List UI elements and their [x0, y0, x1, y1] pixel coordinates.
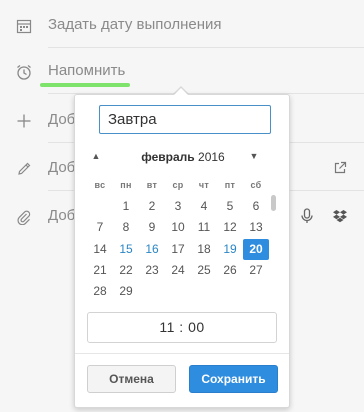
calendar-day-empty: [139, 281, 165, 302]
calendar-day[interactable]: 16: [139, 239, 165, 260]
calendar-day[interactable]: 23: [139, 260, 165, 281]
save-button[interactable]: Сохранить: [189, 365, 278, 393]
calendar-week-row: 28 29: [87, 281, 269, 302]
row-due-date[interactable]: Задать дату выполнения: [0, 2, 364, 48]
calendar-day[interactable]: 2: [139, 196, 165, 217]
calendar-day[interactable]: 7: [87, 217, 113, 238]
calendar-day[interactable]: 8: [113, 217, 139, 238]
weekday-label: пн: [120, 180, 132, 190]
calendar-day[interactable]: 10: [165, 217, 191, 238]
weekday-label: вс: [94, 180, 106, 190]
cancel-button[interactable]: Отмена: [87, 365, 176, 393]
calendar-day-empty: [87, 196, 113, 217]
alarm-clock-icon: [14, 62, 34, 82]
calendar-day-empty: [243, 281, 269, 302]
calendar-week-row: 21 22 23 24 25 26 27: [87, 260, 269, 281]
calendar-day[interactable]: 3: [165, 196, 191, 217]
microphone-icon[interactable]: [297, 206, 317, 226]
calendar-day[interactable]: 6: [243, 196, 269, 217]
reminder-date-input[interactable]: [99, 105, 271, 134]
external-link-icon[interactable]: [330, 158, 350, 178]
calendar-day[interactable]: 12: [217, 217, 243, 238]
calendar-day[interactable]: 24: [165, 260, 191, 281]
calendar-week-row: 123456: [87, 196, 269, 217]
remind-label: Напомнить: [48, 62, 126, 79]
calendar-day-empty: [217, 281, 243, 302]
calendar-weeks: 1 2 3 4 5 6 7 8 9 10 11 12 13 14 15 16 17 18 19 20 21 22 23 24 2…: [87, 196, 269, 302]
calendar-scrollbar[interactable]: [271, 195, 276, 211]
calendar-header: ▲ февраль 2016 ▼: [85, 147, 281, 167]
year-label: 2016: [198, 150, 225, 164]
calendar-icon: [14, 16, 34, 36]
calendar-day[interactable]: 29: [113, 281, 139, 302]
pencil-icon: [14, 159, 34, 179]
calendar-day[interactable]: 5: [217, 196, 243, 217]
time-field[interactable]: 11 : 00: [87, 312, 277, 343]
calendar-day[interactable]: 21: [87, 260, 113, 281]
calendar-day[interactable]: 13: [243, 217, 269, 238]
month-name: февраль: [141, 150, 195, 164]
weekday-label: вт: [146, 180, 158, 190]
time-minute[interactable]: 00: [188, 319, 205, 335]
calendar-day[interactable]: 1: [113, 196, 139, 217]
reminder-popup: ▲ февраль 2016 ▼ вс пн вт ср чт пт сб 12…: [74, 94, 290, 408]
calendar-day[interactable]: 18: [191, 239, 217, 260]
add-label-3: Доб: [48, 207, 76, 224]
paperclip-icon: [14, 207, 34, 227]
add-label-2: Доб: [48, 159, 76, 176]
calendar-day-empty: [191, 281, 217, 302]
time-hour[interactable]: 11: [159, 319, 175, 335]
calendar-day[interactable]: 9: [139, 217, 165, 238]
weekday-label: чт: [198, 180, 210, 190]
dropbox-icon[interactable]: [330, 206, 350, 226]
add-label-1: Доб: [48, 111, 76, 128]
plus-icon: [14, 111, 34, 131]
calendar-day[interactable]: 19: [217, 239, 243, 260]
due-date-label: Задать дату выполнения: [48, 16, 222, 33]
calendar-day[interactable]: 22: [113, 260, 139, 281]
weekday-label: ср: [172, 180, 184, 190]
calendar-day-empty: [165, 281, 191, 302]
time-separator: :: [179, 319, 184, 335]
calendar-day[interactable]: 4: [191, 196, 217, 217]
popup-footer-divider: [75, 353, 289, 354]
weekday-row: вс пн вт ср чт пт сб: [87, 175, 269, 196]
calendar-day[interactable]: 14: [87, 239, 113, 260]
calendar-day[interactable]: 17: [165, 239, 191, 260]
calendar-day[interactable]: 11: [191, 217, 217, 238]
calendar-week-row: 7 8 9 10 11 12 13: [87, 217, 269, 238]
calendar-day[interactable]: 26: [217, 260, 243, 281]
calendar-day[interactable]: 27: [243, 260, 269, 281]
next-month-button[interactable]: ▼: [247, 149, 261, 163]
calendar-day[interactable]: 25: [191, 260, 217, 281]
popup-arrow-fill: [173, 88, 189, 96]
remind-highlight-underline: [40, 83, 130, 87]
calendar-day-selected[interactable]: 20: [243, 238, 269, 260]
calendar-grid: вс пн вт ср чт пт сб 1 2 3 4 5 6 7 8 9 10 11 12 13 14…: [87, 175, 269, 302]
calendar-week-row: 14 15 16 17 18 19 20: [87, 238, 269, 260]
weekday-label: сб: [250, 180, 262, 190]
calendar-day[interactable]: 28: [87, 281, 113, 302]
weekday-label: пт: [224, 180, 236, 190]
calendar-day[interactable]: 15: [113, 239, 139, 260]
